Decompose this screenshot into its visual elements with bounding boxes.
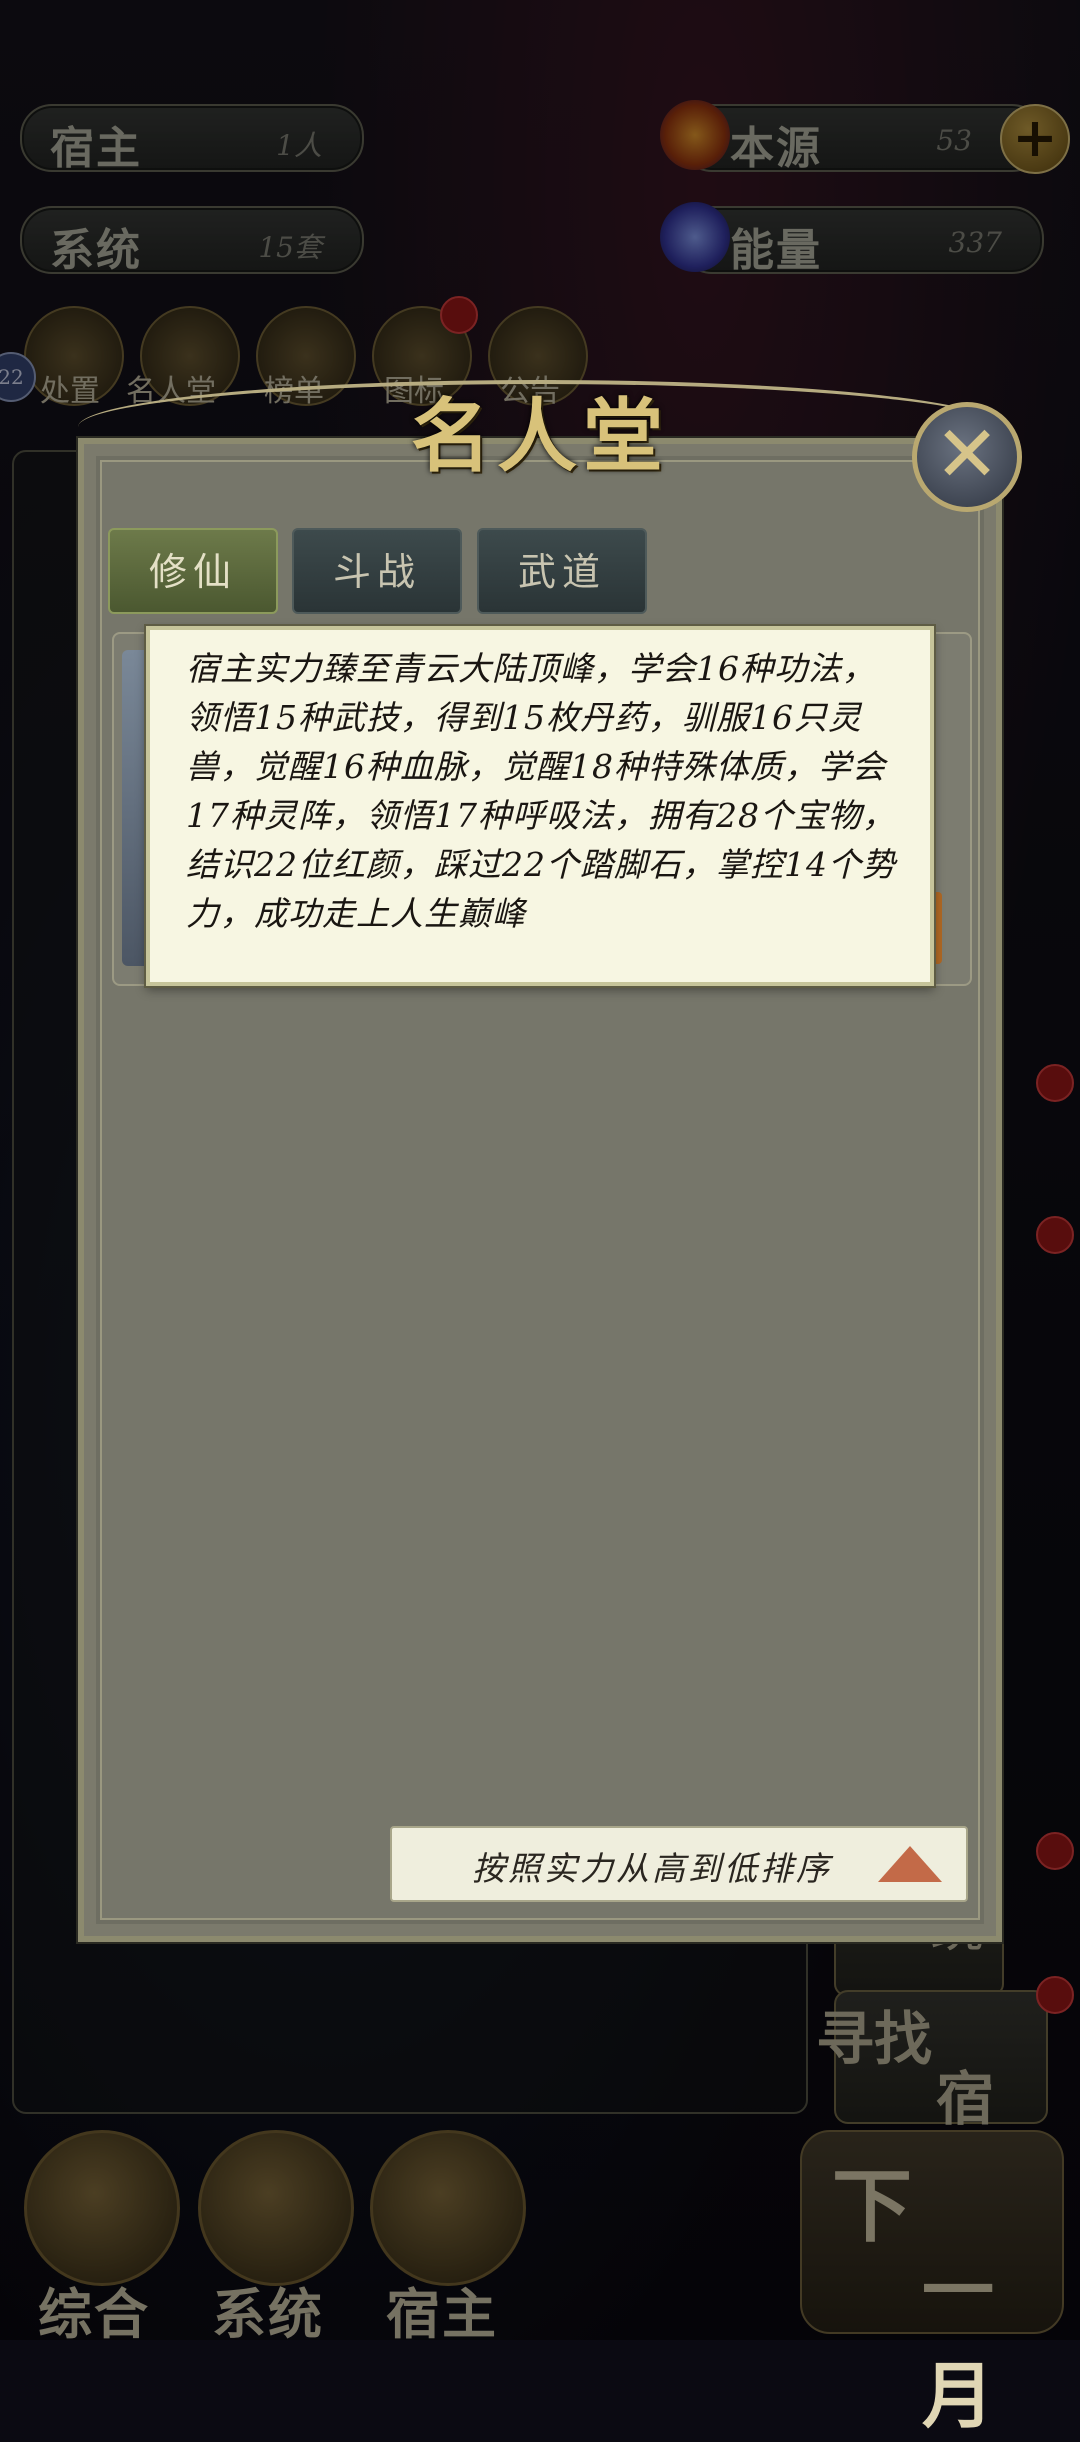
modal-title: 名人堂 [411,389,669,483]
tab-martial[interactable]: 武道 [477,528,647,614]
sort-button[interactable]: 按照实力从高到低排序 [390,1826,968,1902]
close-icon[interactable]: ✕ [912,402,1022,512]
sort-label: 按照实力从高到低排序 [472,1849,832,1888]
achievement-tooltip: 宿主实力臻至青云大陆顶峰，学会16种功法，领悟15种武技，得到15枚丹药，驯服1… [146,626,934,986]
tab-cultivation[interactable]: 修仙 [108,528,278,614]
tooltip-text: 宿主实力臻至青云大陆顶峰，学会16种功法，领悟15种武技，得到15枚丹药，驯服1… [186,649,896,933]
tab-battle[interactable]: 斗战 [292,528,462,614]
sort-arrow-up-icon [878,1846,942,1882]
